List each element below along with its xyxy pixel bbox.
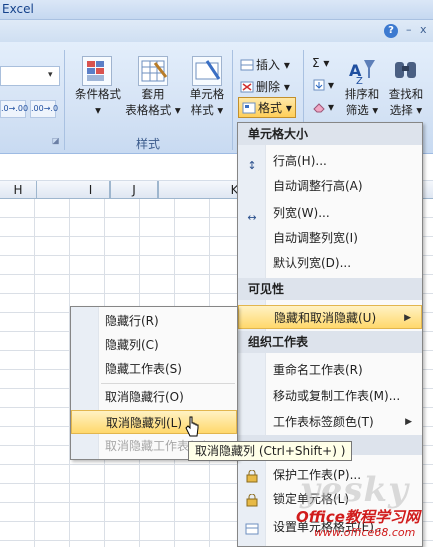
autosum-button[interactable]: Σ ▾ <box>312 56 329 70</box>
delete-label: 删除 ▾ <box>256 80 290 94</box>
section-organize: 组织工作表 <box>238 331 422 353</box>
watermark-url: www.office68.com <box>314 526 416 539</box>
column-header[interactable]: J <box>110 181 158 199</box>
menu-item-move-copy[interactable]: 移动或复制工作表(M)... <box>238 384 422 408</box>
close-icon[interactable]: x <box>420 23 427 36</box>
app-title: Excel <box>2 2 34 16</box>
hide-unhide-submenu: 隐藏行(R) 隐藏列(C) 隐藏工作表(S) 取消隐藏行(O) 取消隐藏列(L)… <box>70 306 238 460</box>
sort-filter-label-2: 筛选 ▾ <box>345 103 379 117</box>
sort-filter-icon: AZ <box>348 56 376 87</box>
increase-decimal-button[interactable]: .0→.00 <box>0 100 28 118</box>
format-as-table-icon <box>138 56 168 86</box>
lock-icon <box>244 492 260 507</box>
menu-item-rename-sheet[interactable]: 重命名工作表(R) <box>238 358 422 382</box>
title-bar <box>0 0 433 20</box>
menu-item-label: 重命名工作表(R) <box>273 363 363 377</box>
cell-styles-button[interactable]: 单元格 样式 ▾ <box>184 56 230 118</box>
clear-button[interactable]: ▾ <box>312 100 334 114</box>
submenu-item-hide-sheet[interactable]: 隐藏工作表(S) <box>71 357 237 381</box>
chevron-down-icon: ▾ <box>328 100 335 114</box>
menu-item-label: 移动或复制工作表(M)... <box>273 389 401 403</box>
menu-separator <box>101 383 235 384</box>
fill-down-icon <box>312 79 326 91</box>
menu-item-autofit-col[interactable]: 自动调整列宽(I) <box>238 226 422 250</box>
insert-icon <box>240 59 254 71</box>
format-icon <box>242 102 256 114</box>
insert-label: 插入 ▾ <box>256 58 290 72</box>
protect-sheet-icon <box>244 468 260 483</box>
menu-item-label: 隐藏和取消隐藏(U) <box>274 311 377 325</box>
conditional-formatting-button[interactable]: 条件格式 ▾ <box>70 56 126 118</box>
submenu-item-unhide-rows[interactable]: 取消隐藏行(O) <box>71 385 237 409</box>
find-select-label-2: 选择 ▾ <box>389 103 423 117</box>
section-cell-size: 单元格大小 <box>238 123 422 145</box>
section-visibility: 可见性 <box>238 278 422 300</box>
cell-styles-label: 单元格 <box>189 87 225 101</box>
svg-text:Z: Z <box>356 76 363 86</box>
help-icon[interactable]: ? <box>384 24 398 38</box>
conditional-formatting-icon <box>82 56 112 86</box>
submenu-arrow-icon: ▶ <box>404 313 411 323</box>
styles-group-label: 样式 <box>136 137 161 151</box>
eraser-icon <box>312 101 326 113</box>
binoculars-icon <box>392 56 420 86</box>
format-button[interactable]: 格式 ▾ <box>238 97 296 118</box>
delete-icon <box>240 81 254 93</box>
format-label: 格式 ▾ <box>258 101 292 115</box>
cell-styles-label-2: 样式 ▾ <box>190 103 224 117</box>
group-divider <box>232 50 233 150</box>
format-cells-icon <box>244 520 260 535</box>
row-height-icon: ↕ <box>247 159 257 172</box>
submenu-item-hide-cols[interactable]: 隐藏列(C) <box>71 333 237 357</box>
column-header[interactable]: I <box>72 181 110 199</box>
menu-item-autofit-row[interactable]: 自动调整行高(A) <box>238 174 422 198</box>
menu-item-label: 默认列宽(D)... <box>273 256 352 270</box>
menu-item-tab-color[interactable]: 工作表标签颜色(T) ▶ <box>238 410 422 434</box>
watermark-site-name: Office教程学习网 <box>296 508 420 526</box>
chevron-down-icon: ▾ <box>48 70 53 80</box>
menu-item-label: 行高(H)... <box>273 154 327 168</box>
find-select-button[interactable]: 查找和 选择 ▾ <box>384 56 428 118</box>
submenu-item-unhide-cols[interactable]: 取消隐藏列(L) <box>71 410 237 434</box>
fill-button[interactable]: ▾ <box>312 78 334 92</box>
chevron-down-icon: ▾ <box>95 103 101 117</box>
menu-item-label: 列宽(W)... <box>273 206 330 220</box>
decrease-decimal-button[interactable]: .00→.0 <box>30 100 58 118</box>
menu-item-label: 工作表标签颜色(T) <box>273 415 374 429</box>
number-format-buttons: .0→.00 .00→.0 <box>0 100 58 118</box>
shortcut-tooltip: 取消隐藏列 (Ctrl+Shift+) ) <box>188 441 353 461</box>
minimize-icon[interactable]: – <box>406 23 412 36</box>
cell-styles-icon <box>192 56 222 86</box>
delete-button[interactable]: 删除 ▾ <box>240 78 290 95</box>
submenu-item-hide-rows[interactable]: 隐藏行(R) <box>71 309 237 333</box>
submenu-arrow-icon: ▶ <box>405 417 412 427</box>
hand-cursor-icon <box>185 416 199 438</box>
autosum-icon: Σ ▾ <box>312 56 330 70</box>
group-divider <box>64 50 65 150</box>
watermark-logo: yesky <box>300 470 409 510</box>
insert-button[interactable]: 插入 ▾ <box>240 56 290 73</box>
menu-item-label: 自动调整行高(A) <box>273 179 363 193</box>
sort-filter-button[interactable]: AZ 排序和 筛选 ▾ <box>340 56 384 118</box>
format-as-table-label-2: 表格格式 ▾ <box>125 103 181 117</box>
menu-item-row-height[interactable]: ↕ 行高(H)... <box>238 149 422 173</box>
column-header[interactable]: H <box>0 181 37 199</box>
menu-item-label: 自动调整列宽(I) <box>273 231 358 245</box>
find-select-label: 查找和 <box>388 87 424 101</box>
sort-filter-label: 排序和 <box>344 87 380 101</box>
format-as-table-label: 套用 <box>141 87 165 101</box>
ribbon-tab-strip <box>0 20 433 42</box>
conditional-formatting-label: 条件格式 <box>75 87 121 101</box>
format-as-table-button[interactable]: 套用 表格格式 ▾ <box>124 56 182 118</box>
col-width-icon: ↔ <box>247 211 257 224</box>
dialog-launcher-icon[interactable]: ◪ <box>52 136 60 145</box>
menu-item-default-width[interactable]: 默认列宽(D)... <box>238 251 422 275</box>
menu-item-col-width[interactable]: ↔ 列宽(W)... <box>238 201 422 225</box>
menu-item-hide-unhide[interactable]: 隐藏和取消隐藏(U) ▶ <box>238 305 422 329</box>
chevron-down-icon: ▾ <box>328 78 335 92</box>
